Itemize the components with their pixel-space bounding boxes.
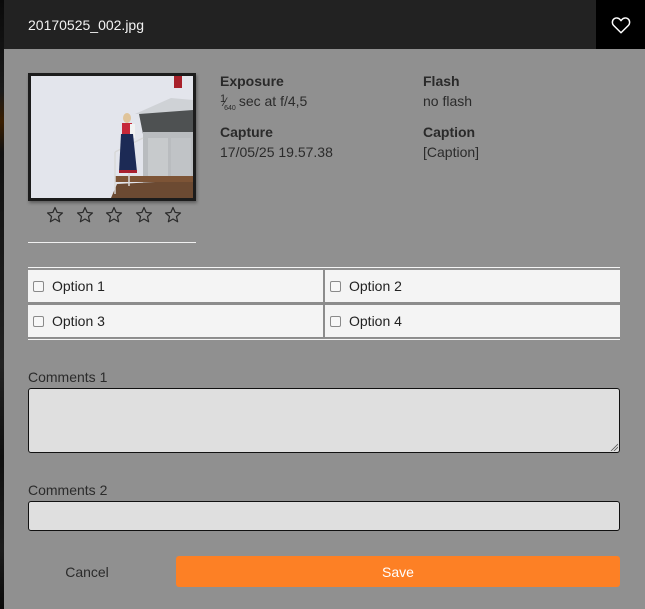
- comments-2-label: Comments 2: [28, 482, 108, 498]
- option-3-label: Option 3: [52, 313, 105, 329]
- option-3[interactable]: Option 3: [28, 305, 323, 337]
- rating-star-3[interactable]: [103, 204, 125, 226]
- option-4-checkbox[interactable]: [330, 315, 341, 327]
- caption-label: Caption: [423, 124, 476, 140]
- flash-label: Flash: [423, 73, 460, 89]
- exposure-value: 1⁄640 sec at f/4,5: [220, 93, 308, 112]
- rating-star-4[interactable]: [133, 204, 155, 226]
- exposure-suffix: sec at f/4,5: [238, 93, 308, 109]
- option-2-label: Option 2: [349, 278, 402, 294]
- star-rating: [44, 204, 184, 230]
- comments-2-input[interactable]: [28, 501, 620, 531]
- star-outline-icon: [164, 206, 182, 223]
- option-1-checkbox[interactable]: [33, 280, 44, 292]
- star-outline-icon: [76, 206, 93, 223]
- resize-handle-icon[interactable]: [610, 443, 618, 451]
- option-4-label: Option 4: [349, 313, 402, 329]
- star-outline-icon: [46, 206, 64, 223]
- star-outline-icon: [135, 206, 152, 223]
- option-2-checkbox[interactable]: [330, 280, 341, 292]
- option-3-checkbox[interactable]: [33, 315, 44, 327]
- capture-value: 17/05/25 19.57.38: [220, 144, 333, 160]
- thumbnail-divider: [28, 242, 196, 243]
- options-grid: Option 1 Option 2 Option 3 Option 4: [28, 270, 620, 338]
- caption-block: Caption [Caption]: [423, 124, 479, 160]
- favorite-button[interactable]: [596, 0, 645, 49]
- rating-star-2[interactable]: [74, 204, 96, 226]
- options-bottom-divider: [28, 339, 620, 340]
- comments-1-label: Comments 1: [28, 369, 108, 385]
- image-thumbnail-frame: [28, 73, 196, 201]
- flash-block: Flash no flash: [423, 73, 472, 109]
- shutter-denominator: 640: [224, 105, 236, 112]
- star-outline-icon: [105, 206, 123, 223]
- image-details-dialog: 20170525_002.jpg Exposure 1⁄640 sec at f…: [4, 0, 645, 609]
- flash-value: no flash: [423, 93, 473, 109]
- option-4[interactable]: Option 4: [325, 305, 620, 337]
- dialog-header: 20170525_002.jpg: [4, 0, 596, 49]
- comments-1-textarea[interactable]: [28, 388, 620, 453]
- options-top-divider: [28, 267, 620, 268]
- option-2[interactable]: Option 2: [325, 270, 620, 302]
- option-1[interactable]: Option 1: [28, 270, 323, 302]
- cancel-button[interactable]: Cancel: [28, 556, 146, 587]
- capture-block: Capture 17/05/25 19.57.38: [220, 124, 333, 160]
- rating-star-5[interactable]: [162, 204, 184, 226]
- image-thumbnail[interactable]: [31, 76, 193, 198]
- option-1-label: Option 1: [52, 278, 105, 294]
- thumbnail-photo: [31, 76, 193, 198]
- heart-outline-icon: [611, 16, 630, 34]
- capture-label: Capture: [220, 124, 273, 140]
- exposure-block: Exposure 1⁄640 sec at f/4,5: [220, 73, 307, 112]
- rating-star-1[interactable]: [44, 204, 66, 226]
- caption-value[interactable]: [Caption]: [423, 144, 479, 160]
- file-name-title: 20170525_002.jpg: [28, 17, 145, 33]
- save-button[interactable]: Save: [176, 556, 620, 587]
- exposure-label: Exposure: [220, 73, 284, 89]
